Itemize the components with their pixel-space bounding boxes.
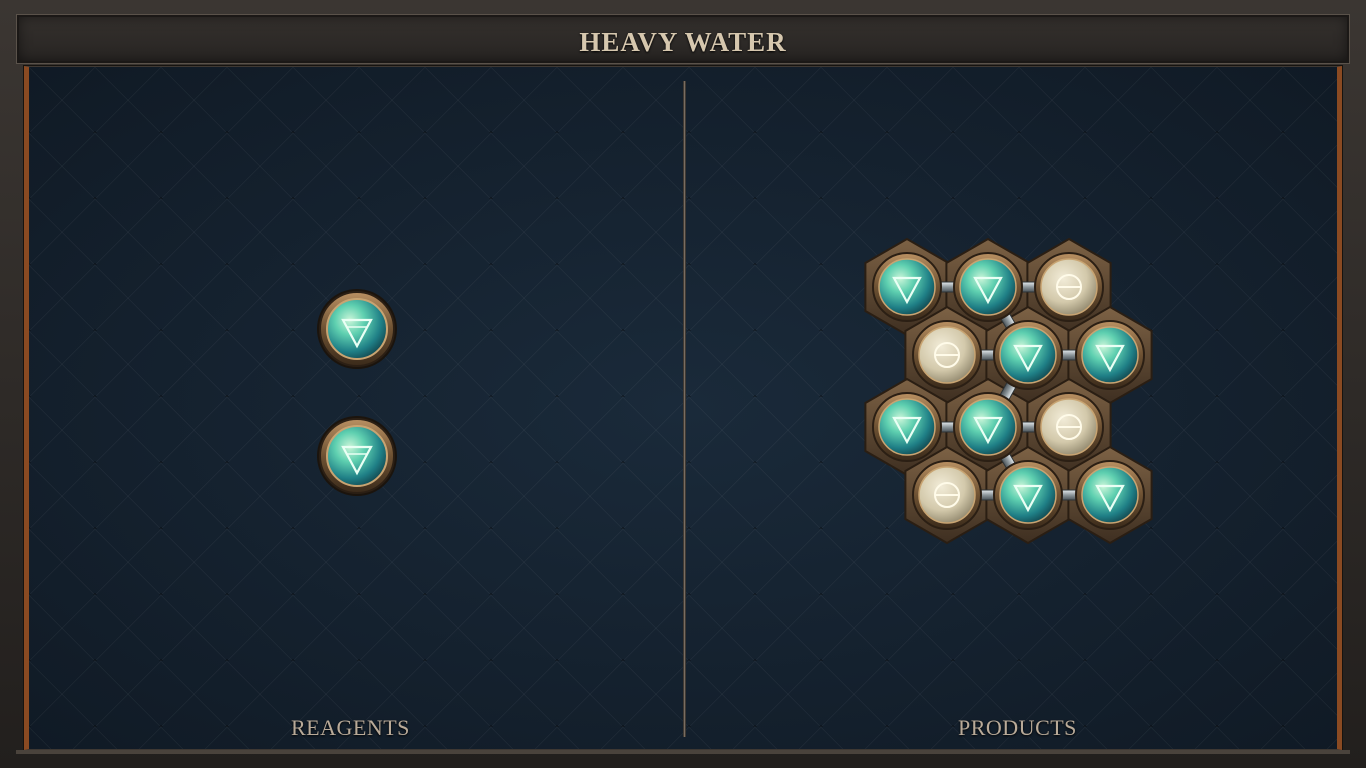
salt-atom[interactable]: [912, 320, 982, 390]
reagent-water-atom[interactable]: [317, 289, 397, 369]
reagent-water-atom[interactable]: [317, 416, 397, 496]
water-atom[interactable]: [1075, 320, 1145, 390]
molecule-layer: [317, 237, 1153, 545]
water-atom[interactable]: [872, 392, 942, 462]
water-atom[interactable]: [953, 252, 1023, 322]
salt-atom[interactable]: [1034, 392, 1104, 462]
water-atom[interactable]: [993, 320, 1063, 390]
product-molecule: [864, 237, 1153, 545]
water-atom[interactable]: [993, 460, 1063, 530]
water-atom[interactable]: [872, 252, 942, 322]
salt-atom[interactable]: [912, 460, 982, 530]
salt-atom[interactable]: [1034, 252, 1104, 322]
water-atom[interactable]: [953, 392, 1023, 462]
water-atom[interactable]: [1075, 460, 1145, 530]
